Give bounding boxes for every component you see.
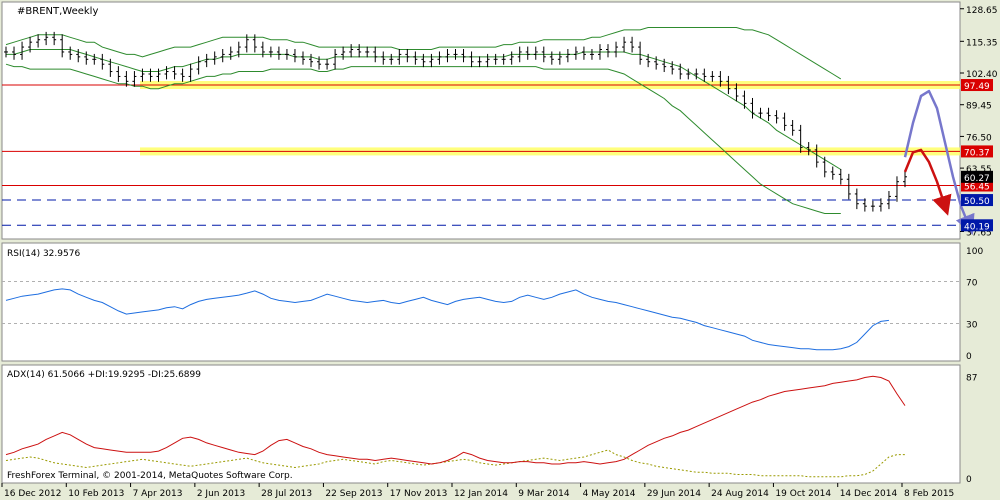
date-tick-label: 24 Aug 2014	[711, 489, 769, 499]
footer-copyright: FreshForex Terminal, © 2001-2014, MetaQu…	[7, 471, 293, 481]
level-tag-label: 56.45	[964, 182, 990, 192]
date-tick-label: 22 Sep 2013	[325, 489, 382, 499]
adx-pane	[1, 364, 961, 484]
level-tag-label: 70.37	[964, 148, 990, 158]
date-tick-label: 9 Mar 2014	[518, 489, 570, 499]
price-tick-label: 128.65	[966, 6, 998, 16]
date-tick-label: 10 Feb 2013	[68, 489, 124, 499]
rsi-tick-label: 0	[966, 352, 972, 362]
date-tick-label: 16 Dec 2012	[4, 489, 62, 499]
rsi-pane	[1, 242, 961, 362]
price-tick-label: 102.40	[966, 70, 998, 80]
date-tick-label: 4 May 2014	[583, 489, 636, 499]
level-tag-label: 50.50	[964, 197, 990, 207]
level-tag-label: 97.49	[964, 82, 990, 92]
rsi-tick-label: 70	[966, 279, 978, 289]
symbol-title: #BRENT,Weekly	[17, 6, 98, 17]
chart-canvas: 128.65115.35102.4089.4576.5063.5537.6597…	[0, 0, 1000, 500]
price-tick-label: 89.45	[966, 102, 992, 112]
current-price-label: 60.27	[964, 174, 990, 184]
adx-tick-label: 87	[966, 373, 977, 383]
rsi-title: RSI(14) 32.9576	[7, 249, 80, 259]
level-tag-label: 40.19	[964, 222, 990, 232]
date-tick-label: 19 Oct 2014	[775, 489, 831, 499]
adx-tick-label: 0	[966, 475, 972, 485]
date-tick-label: 12 Jan 2014	[454, 489, 508, 499]
date-tick-label: 17 Nov 2013	[390, 489, 448, 499]
date-tick-label: 28 Jul 2013	[261, 489, 312, 499]
adx-title: ADX(14) 61.5066 +DI:19.9295 -DI:25.6899	[7, 370, 201, 380]
price-pane	[1, 1, 961, 240]
date-tick-label: 14 Dec 2014	[840, 489, 898, 499]
date-tick-label: 7 Apr 2013	[133, 489, 183, 499]
rsi-tick-label: 30	[966, 321, 978, 331]
date-tick-label: 8 Feb 2015	[904, 489, 954, 499]
date-tick-label: 29 Jun 2014	[647, 489, 701, 499]
date-tick-label: 2 Jun 2013	[197, 489, 245, 499]
price-tick-label: 76.50	[966, 133, 992, 143]
price-tick-label: 115.35	[966, 38, 998, 48]
rsi-tick-label: 100	[966, 247, 983, 257]
